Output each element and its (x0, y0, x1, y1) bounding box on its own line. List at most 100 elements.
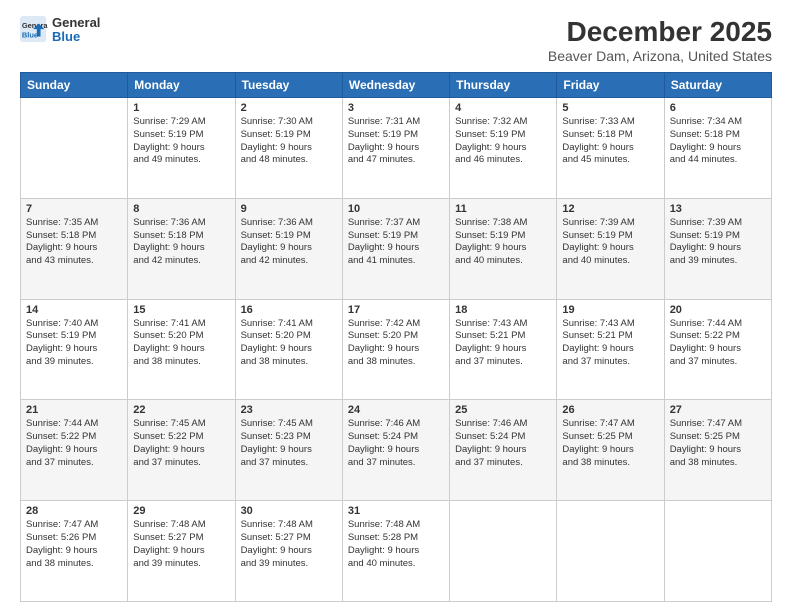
day-number: 9 (241, 203, 337, 215)
day-number: 14 (26, 304, 122, 316)
day-number: 29 (133, 505, 229, 517)
logo-icon: General Blue (20, 16, 48, 44)
calendar-day-header: Thursday (450, 73, 557, 98)
calendar-cell: 28Sunrise: 7:47 AM Sunset: 5:26 PM Dayli… (21, 501, 128, 602)
calendar-week-row: 14 Sunrise: 7:40 AM Sunset: 5:19 PM Dayli… (21, 299, 772, 400)
calendar-cell: 31Sunrise: 7:48 AM Sunset: 5:28 PM Dayli… (342, 501, 449, 602)
calendar-cell: 24 Sunrise: 7:46 AM Sunset: 5:24 PM Dayli… (342, 400, 449, 501)
day-info: Sunrise: 7:47 AM Sunset: 5:25 PM Dayligh… (670, 418, 766, 469)
calendar-header-row: SundayMondayTuesdayWednesdayThursdayFrid… (21, 73, 772, 98)
day-info: Sunrise: 7:39 AM Sunset: 5:19 PM Dayligh… (562, 217, 658, 268)
calendar-week-row: 1 Sunrise: 7:29 AM Sunset: 5:19 PM Daylig… (21, 98, 772, 199)
calendar-cell (557, 501, 664, 602)
calendar-cell (664, 501, 771, 602)
calendar-cell: 2 Sunrise: 7:30 AM Sunset: 5:19 PM Daylig… (235, 98, 342, 199)
day-info: Sunrise: 7:43 AM Sunset: 5:21 PM Dayligh… (455, 318, 551, 369)
day-number: 4 (455, 102, 551, 114)
day-info: Sunrise: 7:40 AM Sunset: 5:19 PM Dayligh… (26, 318, 122, 369)
calendar-week-row: 28Sunrise: 7:47 AM Sunset: 5:26 PM Dayli… (21, 501, 772, 602)
logo-line2: Blue (52, 30, 100, 44)
day-number: 26 (562, 404, 658, 416)
calendar-cell: 4Sunrise: 7:32 AM Sunset: 5:19 PM Daylig… (450, 98, 557, 199)
calendar-day-header: Tuesday (235, 73, 342, 98)
calendar-week-row: 7 Sunrise: 7:35 AM Sunset: 5:18 PM Daylig… (21, 198, 772, 299)
day-number: 12 (562, 203, 658, 215)
calendar-cell: 12 Sunrise: 7:39 AM Sunset: 5:19 PM Dayli… (557, 198, 664, 299)
calendar-cell: 16Sunrise: 7:41 AM Sunset: 5:20 PM Dayli… (235, 299, 342, 400)
day-info: Sunrise: 7:30 AM Sunset: 5:19 PM Dayligh… (241, 116, 337, 167)
calendar-cell: 29Sunrise: 7:48 AM Sunset: 5:27 PM Dayli… (128, 501, 235, 602)
day-info: Sunrise: 7:45 AM Sunset: 5:22 PM Dayligh… (133, 418, 229, 469)
day-info: Sunrise: 7:36 AM Sunset: 5:19 PM Dayligh… (241, 217, 337, 268)
svg-text:Blue: Blue (22, 31, 38, 40)
subtitle: Beaver Dam, Arizona, United States (548, 48, 772, 64)
day-number: 11 (455, 203, 551, 215)
calendar-cell: 30 Sunrise: 7:48 AM Sunset: 5:27 PM Dayli… (235, 501, 342, 602)
calendar-cell: 20Sunrise: 7:44 AM Sunset: 5:22 PM Dayli… (664, 299, 771, 400)
day-info: Sunrise: 7:44 AM Sunset: 5:22 PM Dayligh… (26, 418, 122, 469)
day-info: Sunrise: 7:46 AM Sunset: 5:24 PM Dayligh… (348, 418, 444, 469)
calendar-cell: 14 Sunrise: 7:40 AM Sunset: 5:19 PM Dayli… (21, 299, 128, 400)
day-info: Sunrise: 7:41 AM Sunset: 5:20 PM Dayligh… (133, 318, 229, 369)
day-number: 3 (348, 102, 444, 114)
calendar-cell: 1 Sunrise: 7:29 AM Sunset: 5:19 PM Daylig… (128, 98, 235, 199)
calendar-cell: 17 Sunrise: 7:42 AM Sunset: 5:20 PM Dayli… (342, 299, 449, 400)
day-number: 17 (348, 304, 444, 316)
day-info: Sunrise: 7:42 AM Sunset: 5:20 PM Dayligh… (348, 318, 444, 369)
day-number: 30 (241, 505, 337, 517)
day-info: Sunrise: 7:29 AM Sunset: 5:19 PM Dayligh… (133, 116, 229, 167)
calendar-cell (21, 98, 128, 199)
day-number: 20 (670, 304, 766, 316)
day-info: Sunrise: 7:37 AM Sunset: 5:19 PM Dayligh… (348, 217, 444, 268)
calendar-cell: 7 Sunrise: 7:35 AM Sunset: 5:18 PM Daylig… (21, 198, 128, 299)
calendar-day-header: Wednesday (342, 73, 449, 98)
day-number: 15 (133, 304, 229, 316)
logo: General Blue General Blue (20, 16, 100, 45)
calendar-week-row: 21 Sunrise: 7:44 AM Sunset: 5:22 PM Dayli… (21, 400, 772, 501)
calendar-cell: 13 Sunrise: 7:39 AM Sunset: 5:19 PM Dayli… (664, 198, 771, 299)
day-number: 8 (133, 203, 229, 215)
day-number: 21 (26, 404, 122, 416)
day-number: 23 (241, 404, 337, 416)
day-info: Sunrise: 7:47 AM Sunset: 5:25 PM Dayligh… (562, 418, 658, 469)
day-info: Sunrise: 7:46 AM Sunset: 5:24 PM Dayligh… (455, 418, 551, 469)
calendar-cell: 22Sunrise: 7:45 AM Sunset: 5:22 PM Dayli… (128, 400, 235, 501)
day-number: 31 (348, 505, 444, 517)
calendar-cell: 15 Sunrise: 7:41 AM Sunset: 5:20 PM Dayli… (128, 299, 235, 400)
calendar-cell: 26 Sunrise: 7:47 AM Sunset: 5:25 PM Dayli… (557, 400, 664, 501)
calendar-cell: 6Sunrise: 7:34 AM Sunset: 5:18 PM Daylig… (664, 98, 771, 199)
calendar-cell: 5Sunrise: 7:33 AM Sunset: 5:18 PM Daylig… (557, 98, 664, 199)
day-number: 27 (670, 404, 766, 416)
calendar-cell: 10 Sunrise: 7:37 AM Sunset: 5:19 PM Dayli… (342, 198, 449, 299)
day-info: Sunrise: 7:31 AM Sunset: 5:19 PM Dayligh… (348, 116, 444, 167)
day-number: 25 (455, 404, 551, 416)
calendar-day-header: Friday (557, 73, 664, 98)
calendar-day-header: Sunday (21, 73, 128, 98)
day-number: 13 (670, 203, 766, 215)
page-header: General Blue General Blue December 2025 … (20, 16, 772, 64)
day-info: Sunrise: 7:39 AM Sunset: 5:19 PM Dayligh… (670, 217, 766, 268)
day-info: Sunrise: 7:35 AM Sunset: 5:18 PM Dayligh… (26, 217, 122, 268)
page-container: General Blue General Blue December 2025 … (0, 0, 792, 612)
day-info: Sunrise: 7:43 AM Sunset: 5:21 PM Dayligh… (562, 318, 658, 369)
calendar-cell: 21 Sunrise: 7:44 AM Sunset: 5:22 PM Dayli… (21, 400, 128, 501)
calendar-cell: 25 Sunrise: 7:46 AM Sunset: 5:24 PM Dayli… (450, 400, 557, 501)
calendar-cell: 9 Sunrise: 7:36 AM Sunset: 5:19 PM Daylig… (235, 198, 342, 299)
day-number: 7 (26, 203, 122, 215)
calendar-cell: 23 Sunrise: 7:45 AM Sunset: 5:23 PM Dayli… (235, 400, 342, 501)
calendar-cell (450, 501, 557, 602)
day-info: Sunrise: 7:33 AM Sunset: 5:18 PM Dayligh… (562, 116, 658, 167)
logo-line1: General (52, 16, 100, 30)
day-info: Sunrise: 7:41 AM Sunset: 5:20 PM Dayligh… (241, 318, 337, 369)
day-number: 10 (348, 203, 444, 215)
day-number: 1 (133, 102, 229, 114)
title-block: December 2025 Beaver Dam, Arizona, Unite… (548, 16, 772, 64)
calendar-day-header: Monday (128, 73, 235, 98)
calendar-cell: 3 Sunrise: 7:31 AM Sunset: 5:19 PM Daylig… (342, 98, 449, 199)
day-info: Sunrise: 7:48 AM Sunset: 5:27 PM Dayligh… (241, 519, 337, 570)
day-number: 24 (348, 404, 444, 416)
day-info: Sunrise: 7:38 AM Sunset: 5:19 PM Dayligh… (455, 217, 551, 268)
day-info: Sunrise: 7:45 AM Sunset: 5:23 PM Dayligh… (241, 418, 337, 469)
day-number: 2 (241, 102, 337, 114)
calendar-cell: 8Sunrise: 7:36 AM Sunset: 5:18 PM Daylig… (128, 198, 235, 299)
